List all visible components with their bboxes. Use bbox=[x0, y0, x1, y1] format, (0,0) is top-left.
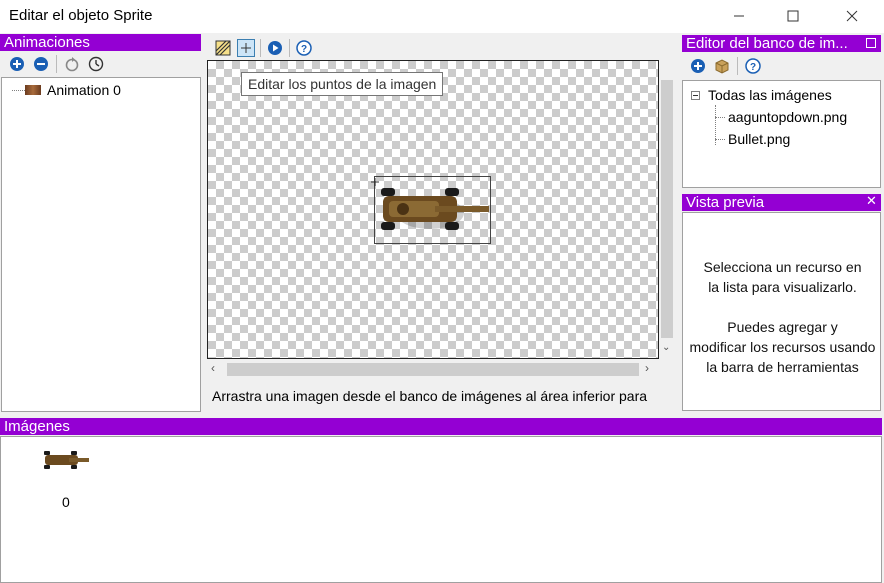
close-preview-icon[interactable]: ✕ bbox=[866, 193, 877, 209]
remove-animation-button[interactable] bbox=[32, 55, 50, 73]
image-bank-header: Editor del banco de im... bbox=[682, 35, 881, 52]
cannon-sprite bbox=[381, 188, 489, 230]
preview-line: la lista para visualizarlo. bbox=[708, 279, 857, 295]
editor-canvas[interactable] bbox=[207, 60, 659, 359]
minimize-icon bbox=[734, 15, 744, 16]
preview-header: Vista previa bbox=[682, 194, 881, 211]
help-button[interactable]: ? bbox=[295, 39, 313, 57]
frame-thumbnail[interactable] bbox=[41, 443, 93, 477]
crosshair-icon bbox=[241, 43, 251, 53]
scroll-right-arrow-icon[interactable]: › bbox=[645, 361, 649, 375]
origin-point[interactable] bbox=[371, 173, 379, 186]
tree-connector bbox=[12, 90, 25, 91]
scroll-down-arrow-icon[interactable]: ⌄ bbox=[662, 342, 670, 353]
horizontal-scrollbar[interactable]: ‹ › bbox=[207, 361, 659, 378]
box-icon bbox=[715, 59, 729, 74]
hatch-icon bbox=[215, 40, 231, 56]
play-button[interactable] bbox=[266, 39, 284, 57]
clock-icon bbox=[88, 56, 104, 72]
preview-line: la barra de herramientas bbox=[706, 359, 859, 375]
toolbar-separator bbox=[260, 39, 261, 57]
animations-toolbar bbox=[8, 53, 105, 75]
preview-area: Selecciona un recurso en la lista para v… bbox=[682, 212, 881, 411]
maximize-button[interactable] bbox=[770, 0, 816, 31]
image-bank-help-button[interactable]: ? bbox=[744, 57, 762, 75]
title-bar: Editar el objeto Sprite bbox=[0, 0, 884, 33]
loop-button[interactable] bbox=[63, 55, 81, 73]
toolbar-separator bbox=[289, 39, 290, 57]
toolbar-separator bbox=[56, 55, 57, 73]
frame-index: 0 bbox=[62, 494, 70, 510]
tree-file-item[interactable]: aaguntopdown.png bbox=[728, 109, 847, 125]
resource-box-button[interactable] bbox=[713, 57, 731, 75]
animation-item[interactable]: Animation 0 bbox=[47, 82, 121, 98]
loop-icon bbox=[65, 57, 79, 72]
tree-root[interactable]: Todas las imágenes bbox=[708, 87, 832, 103]
help-icon: ? bbox=[296, 40, 312, 56]
tooltip: Editar los puntos de la imagen bbox=[241, 72, 444, 96]
vertical-scroll-thumb[interactable] bbox=[661, 80, 673, 338]
drag-hint-text: Arrastra una imagen desde el banco de im… bbox=[212, 388, 648, 404]
image-bank-toolbar: ? bbox=[689, 56, 762, 76]
cannon-thumbnail bbox=[44, 451, 89, 469]
plus-circle-icon bbox=[10, 57, 24, 71]
horizontal-scroll-thumb[interactable] bbox=[227, 363, 639, 376]
minus-circle-icon bbox=[34, 57, 48, 71]
animation-icon bbox=[25, 85, 41, 95]
plus-circle-icon bbox=[691, 59, 705, 73]
animations-header: Animaciones bbox=[0, 34, 201, 51]
preview-line: Puedes agregar y bbox=[727, 319, 838, 335]
collapse-tree-icon[interactable] bbox=[691, 91, 700, 100]
edit-points-button[interactable] bbox=[237, 39, 255, 57]
tree-file-item[interactable]: Bullet.png bbox=[728, 131, 790, 147]
scroll-left-arrow-icon[interactable]: ‹ bbox=[211, 361, 215, 375]
timing-button[interactable] bbox=[87, 55, 105, 73]
images-strip: 0 bbox=[0, 436, 882, 583]
crosshair-marker-icon bbox=[371, 178, 379, 186]
svg-text:?: ? bbox=[750, 62, 756, 73]
collision-mask-button[interactable] bbox=[214, 39, 232, 57]
preview-line: modificar los recursos usando bbox=[689, 339, 876, 355]
close-window-button[interactable] bbox=[829, 0, 875, 31]
maximize-icon bbox=[787, 10, 799, 21]
svg-text:?: ? bbox=[301, 44, 307, 55]
play-icon bbox=[268, 41, 282, 55]
animations-list: Animation 0 bbox=[1, 77, 201, 412]
restore-panel-icon[interactable] bbox=[866, 38, 876, 48]
preview-line: Selecciona un recurso en bbox=[703, 259, 862, 275]
add-resource-button[interactable] bbox=[689, 57, 707, 75]
window-title: Editar el objeto Sprite bbox=[9, 7, 153, 24]
toolbar-separator bbox=[737, 57, 738, 75]
preview-message: Selecciona un recurso en la lista para v… bbox=[683, 257, 880, 377]
minimize-button[interactable] bbox=[716, 0, 762, 31]
help-icon: ? bbox=[745, 58, 761, 74]
close-icon bbox=[846, 10, 858, 21]
add-animation-button[interactable] bbox=[8, 55, 26, 73]
images-header: Imágenes bbox=[0, 418, 882, 435]
editor-toolbar: ? bbox=[214, 37, 313, 59]
sprite-bounding-box[interactable] bbox=[371, 173, 491, 244]
vertical-scrollbar[interactable]: ⌄ bbox=[659, 60, 675, 359]
image-bank-tree: Todas las imágenes aaguntopdown.png Bull… bbox=[682, 80, 881, 188]
